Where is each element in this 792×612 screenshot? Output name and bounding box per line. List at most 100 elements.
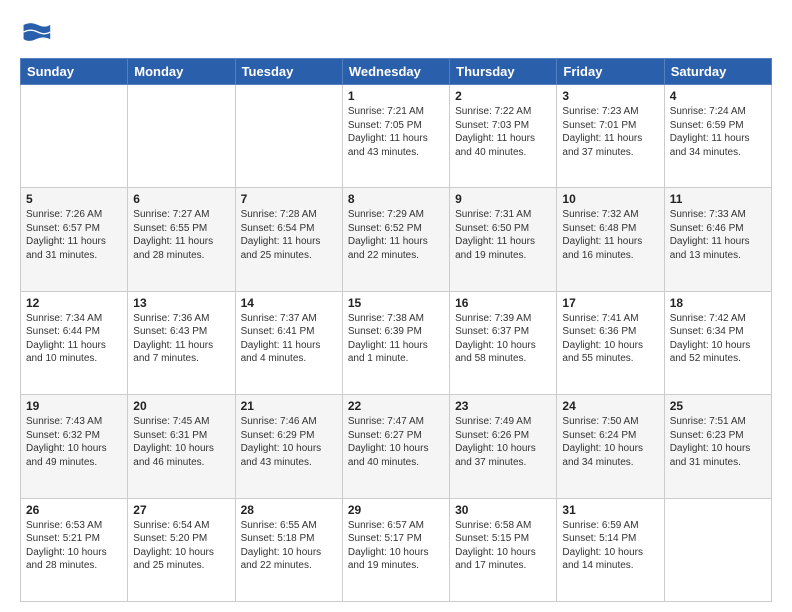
day-number: 15	[348, 296, 444, 310]
calendar-cell: 31 Sunrise: 6:59 AM Sunset: 5:14 PM Dayli…	[557, 498, 664, 601]
calendar-cell: 25Sunrise: 7:51 AM Sunset: 6:23 PM Dayli…	[664, 395, 771, 498]
day-number: 13	[133, 296, 229, 310]
calendar-week-2: 5Sunrise: 7:26 AM Sunset: 6:57 PM Daylig…	[21, 188, 772, 291]
calendar-cell: 10 Sunrise: 7:32 AM Sunset: 6:48 PM Dayli…	[557, 188, 664, 291]
calendar-cell: 5Sunrise: 7:26 AM Sunset: 6:57 PM Daylig…	[21, 188, 128, 291]
day-number: 3	[562, 89, 658, 103]
calendar-cell	[21, 85, 128, 188]
day-info: Sunrise: 7:47 AM Sunset: 6:27 PM Dayligh…	[348, 415, 444, 469]
day-info: Sunrise: 6:57 AM Sunset: 5:17 PM Dayligh…	[348, 519, 444, 573]
day-number: 26	[26, 503, 122, 517]
day-number: 12	[26, 296, 122, 310]
day-info: Sunrise: 7:23 AM Sunset: 7:01 PM Dayligh…	[562, 105, 658, 159]
day-number: 19	[26, 399, 122, 413]
calendar-cell: 2 Sunrise: 7:22 AM Sunset: 7:03 PM Daylig…	[450, 85, 557, 188]
day-number: 1	[348, 89, 444, 103]
day-info: Sunrise: 7:21 AM Sunset: 7:05 PM Dayligh…	[348, 105, 444, 159]
day-info: Sunrise: 7:43 AM Sunset: 6:32 PM Dayligh…	[26, 415, 122, 469]
calendar-header-friday: Friday	[557, 59, 664, 85]
calendar-cell: 6 Sunrise: 7:27 AM Sunset: 6:55 PM Daylig…	[128, 188, 235, 291]
day-number: 17	[562, 296, 658, 310]
day-number: 24	[562, 399, 658, 413]
calendar-cell: 30 Sunrise: 6:58 AM Sunset: 5:15 PM Dayli…	[450, 498, 557, 601]
day-number: 16	[455, 296, 551, 310]
header	[20, 16, 772, 48]
calendar-week-1: 1 Sunrise: 7:21 AM Sunset: 7:05 PM Daylig…	[21, 85, 772, 188]
day-info: Sunrise: 7:28 AM Sunset: 6:54 PM Dayligh…	[241, 208, 337, 262]
calendar-cell: 27 Sunrise: 6:54 AM Sunset: 5:20 PM Dayli…	[128, 498, 235, 601]
day-number: 7	[241, 192, 337, 206]
day-number: 6	[133, 192, 229, 206]
calendar-header-row: SundayMondayTuesdayWednesdayThursdayFrid…	[21, 59, 772, 85]
day-info: Sunrise: 7:37 AM Sunset: 6:41 PM Dayligh…	[241, 312, 337, 366]
day-info: Sunrise: 7:38 AM Sunset: 6:39 PM Dayligh…	[348, 312, 444, 366]
calendar-header-sunday: Sunday	[21, 59, 128, 85]
day-number: 27	[133, 503, 229, 517]
day-info: Sunrise: 7:46 AM Sunset: 6:29 PM Dayligh…	[241, 415, 337, 469]
day-number: 28	[241, 503, 337, 517]
calendar-cell: 29Sunrise: 6:57 AM Sunset: 5:17 PM Dayli…	[342, 498, 449, 601]
day-info: Sunrise: 7:42 AM Sunset: 6:34 PM Dayligh…	[670, 312, 766, 366]
calendar-cell: 7 Sunrise: 7:28 AM Sunset: 6:54 PM Daylig…	[235, 188, 342, 291]
day-number: 25	[670, 399, 766, 413]
day-info: Sunrise: 7:39 AM Sunset: 6:37 PM Dayligh…	[455, 312, 551, 366]
day-number: 18	[670, 296, 766, 310]
calendar-table: SundayMondayTuesdayWednesdayThursdayFrid…	[20, 58, 772, 602]
day-info: Sunrise: 6:59 AM Sunset: 5:14 PM Dayligh…	[562, 519, 658, 573]
calendar-cell: 4Sunrise: 7:24 AM Sunset: 6:59 PM Daylig…	[664, 85, 771, 188]
calendar-header-tuesday: Tuesday	[235, 59, 342, 85]
day-number: 23	[455, 399, 551, 413]
day-number: 30	[455, 503, 551, 517]
day-number: 2	[455, 89, 551, 103]
calendar-cell: 11Sunrise: 7:33 AM Sunset: 6:46 PM Dayli…	[664, 188, 771, 291]
day-number: 9	[455, 192, 551, 206]
day-info: Sunrise: 7:31 AM Sunset: 6:50 PM Dayligh…	[455, 208, 551, 262]
calendar-cell: 8 Sunrise: 7:29 AM Sunset: 6:52 PM Daylig…	[342, 188, 449, 291]
day-info: Sunrise: 7:36 AM Sunset: 6:43 PM Dayligh…	[133, 312, 229, 366]
day-info: Sunrise: 7:34 AM Sunset: 6:44 PM Dayligh…	[26, 312, 122, 366]
day-info: Sunrise: 6:55 AM Sunset: 5:18 PM Dayligh…	[241, 519, 337, 573]
calendar-cell: 17 Sunrise: 7:41 AM Sunset: 6:36 PM Dayli…	[557, 291, 664, 394]
calendar-week-4: 19 Sunrise: 7:43 AM Sunset: 6:32 PM Dayli…	[21, 395, 772, 498]
day-info: Sunrise: 6:58 AM Sunset: 5:15 PM Dayligh…	[455, 519, 551, 573]
day-number: 20	[133, 399, 229, 413]
day-number: 4	[670, 89, 766, 103]
calendar-cell	[664, 498, 771, 601]
calendar-cell: 21 Sunrise: 7:46 AM Sunset: 6:29 PM Dayli…	[235, 395, 342, 498]
calendar-header-monday: Monday	[128, 59, 235, 85]
logo-icon	[20, 16, 52, 48]
day-info: Sunrise: 7:22 AM Sunset: 7:03 PM Dayligh…	[455, 105, 551, 159]
calendar-cell: 13 Sunrise: 7:36 AM Sunset: 6:43 PM Dayli…	[128, 291, 235, 394]
calendar-cell: 23 Sunrise: 7:49 AM Sunset: 6:26 PM Dayli…	[450, 395, 557, 498]
page: SundayMondayTuesdayWednesdayThursdayFrid…	[0, 0, 792, 612]
day-number: 8	[348, 192, 444, 206]
calendar-header-thursday: Thursday	[450, 59, 557, 85]
day-number: 14	[241, 296, 337, 310]
day-number: 10	[562, 192, 658, 206]
day-number: 22	[348, 399, 444, 413]
calendar-cell: 20 Sunrise: 7:45 AM Sunset: 6:31 PM Dayli…	[128, 395, 235, 498]
day-number: 31	[562, 503, 658, 517]
day-number: 21	[241, 399, 337, 413]
day-info: Sunrise: 7:33 AM Sunset: 6:46 PM Dayligh…	[670, 208, 766, 262]
day-info: Sunrise: 6:53 AM Sunset: 5:21 PM Dayligh…	[26, 519, 122, 573]
logo	[20, 16, 54, 48]
calendar-week-3: 12 Sunrise: 7:34 AM Sunset: 6:44 PM Dayli…	[21, 291, 772, 394]
day-info: Sunrise: 7:32 AM Sunset: 6:48 PM Dayligh…	[562, 208, 658, 262]
day-info: Sunrise: 7:49 AM Sunset: 6:26 PM Dayligh…	[455, 415, 551, 469]
calendar-cell: 24 Sunrise: 7:50 AM Sunset: 6:24 PM Dayli…	[557, 395, 664, 498]
calendar-cell: 15 Sunrise: 7:38 AM Sunset: 6:39 PM Dayli…	[342, 291, 449, 394]
day-info: Sunrise: 7:45 AM Sunset: 6:31 PM Dayligh…	[133, 415, 229, 469]
day-info: Sunrise: 6:54 AM Sunset: 5:20 PM Dayligh…	[133, 519, 229, 573]
calendar-cell: 19 Sunrise: 7:43 AM Sunset: 6:32 PM Dayli…	[21, 395, 128, 498]
calendar-cell: 3 Sunrise: 7:23 AM Sunset: 7:01 PM Daylig…	[557, 85, 664, 188]
calendar-header-saturday: Saturday	[664, 59, 771, 85]
day-info: Sunrise: 7:27 AM Sunset: 6:55 PM Dayligh…	[133, 208, 229, 262]
calendar-cell	[128, 85, 235, 188]
day-info: Sunrise: 7:29 AM Sunset: 6:52 PM Dayligh…	[348, 208, 444, 262]
day-info: Sunrise: 7:41 AM Sunset: 6:36 PM Dayligh…	[562, 312, 658, 366]
calendar-cell	[235, 85, 342, 188]
calendar-cell: 1 Sunrise: 7:21 AM Sunset: 7:05 PM Daylig…	[342, 85, 449, 188]
day-info: Sunrise: 7:50 AM Sunset: 6:24 PM Dayligh…	[562, 415, 658, 469]
day-info: Sunrise: 7:26 AM Sunset: 6:57 PM Dayligh…	[26, 208, 122, 262]
